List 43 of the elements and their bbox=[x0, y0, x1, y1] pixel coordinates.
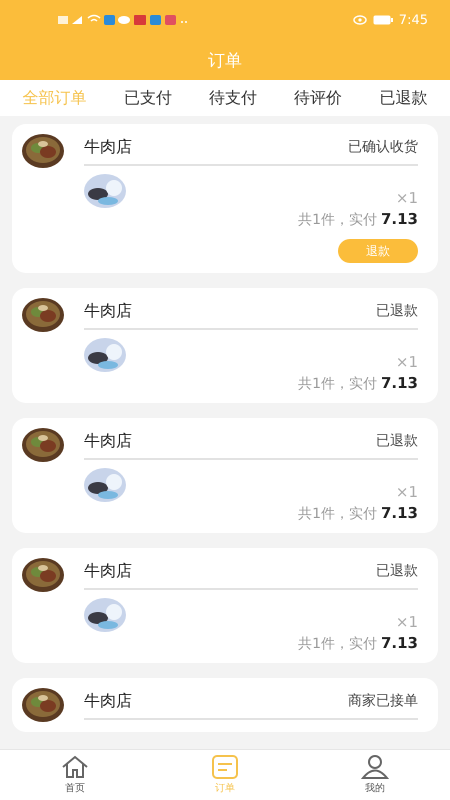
order-status: 商家已接单 bbox=[348, 692, 418, 710]
order-summary: 共1件，实付 bbox=[298, 375, 377, 393]
shop-name: 牛肉店 bbox=[84, 136, 132, 158]
order-summary: 共1件，实付 bbox=[298, 211, 377, 229]
order-amount: 7.13 bbox=[380, 504, 418, 522]
item-quantity: ×1 bbox=[396, 189, 418, 207]
battery-icon bbox=[372, 15, 393, 25]
shop-name: 牛肉店 bbox=[84, 690, 132, 712]
order-status: 已确认收货 bbox=[348, 138, 418, 156]
nav-tab[interactable]: 我的 bbox=[345, 755, 405, 795]
order-summary: 共1件，实付 bbox=[298, 635, 377, 653]
order-card[interactable]: 牛肉店 已退款 ×1 共1件，实付 7.13 bbox=[12, 418, 438, 533]
eye-icon bbox=[352, 15, 367, 25]
nav-label: 订单 bbox=[215, 782, 235, 795]
order-amount: 7.13 bbox=[380, 210, 418, 228]
filter-tab[interactable]: 已退款 bbox=[379, 88, 428, 108]
order-amount: 7.13 bbox=[380, 374, 418, 392]
item-quantity: ×1 bbox=[396, 483, 418, 501]
page-title: 订单 bbox=[208, 50, 242, 72]
nav-tab[interactable]: 首页 bbox=[45, 755, 105, 795]
home-icon bbox=[61, 755, 89, 779]
order-status: 已退款 bbox=[376, 432, 418, 450]
order-card[interactable]: 牛肉店 商家已接单 bbox=[12, 678, 438, 732]
order-card[interactable]: 牛肉店 已退款 ×1 共1件，实付 7.13 bbox=[12, 548, 438, 663]
filter-tab[interactable]: 待支付 bbox=[208, 88, 257, 108]
user-icon bbox=[361, 755, 389, 779]
shop-name: 牛肉店 bbox=[84, 300, 132, 322]
order-card[interactable]: 牛肉店 已退款 ×1 共1件，实付 7.13 bbox=[12, 288, 438, 403]
order-status: 已退款 bbox=[376, 302, 418, 320]
item-quantity: ×1 bbox=[396, 613, 418, 631]
order-summary: 共1件，实付 bbox=[298, 505, 377, 523]
shop-name: 牛肉店 bbox=[84, 560, 132, 582]
item-quantity: ×1 bbox=[396, 353, 418, 371]
filter-tab[interactable]: 已支付 bbox=[124, 88, 172, 108]
nav-label: 首页 bbox=[65, 782, 85, 795]
order-status: 已退款 bbox=[376, 562, 418, 580]
order-card[interactable]: 牛肉店 已确认收货 ×1 共1件，实付 7.13 退款 bbox=[12, 124, 438, 273]
document-icon bbox=[212, 755, 238, 779]
shop-name: 牛肉店 bbox=[84, 430, 132, 452]
filter-tab[interactable]: 待评价 bbox=[294, 88, 342, 108]
status-time: 7:45 bbox=[398, 12, 428, 28]
nav-label: 我的 bbox=[365, 782, 385, 795]
order-amount: 7.13 bbox=[380, 634, 418, 652]
